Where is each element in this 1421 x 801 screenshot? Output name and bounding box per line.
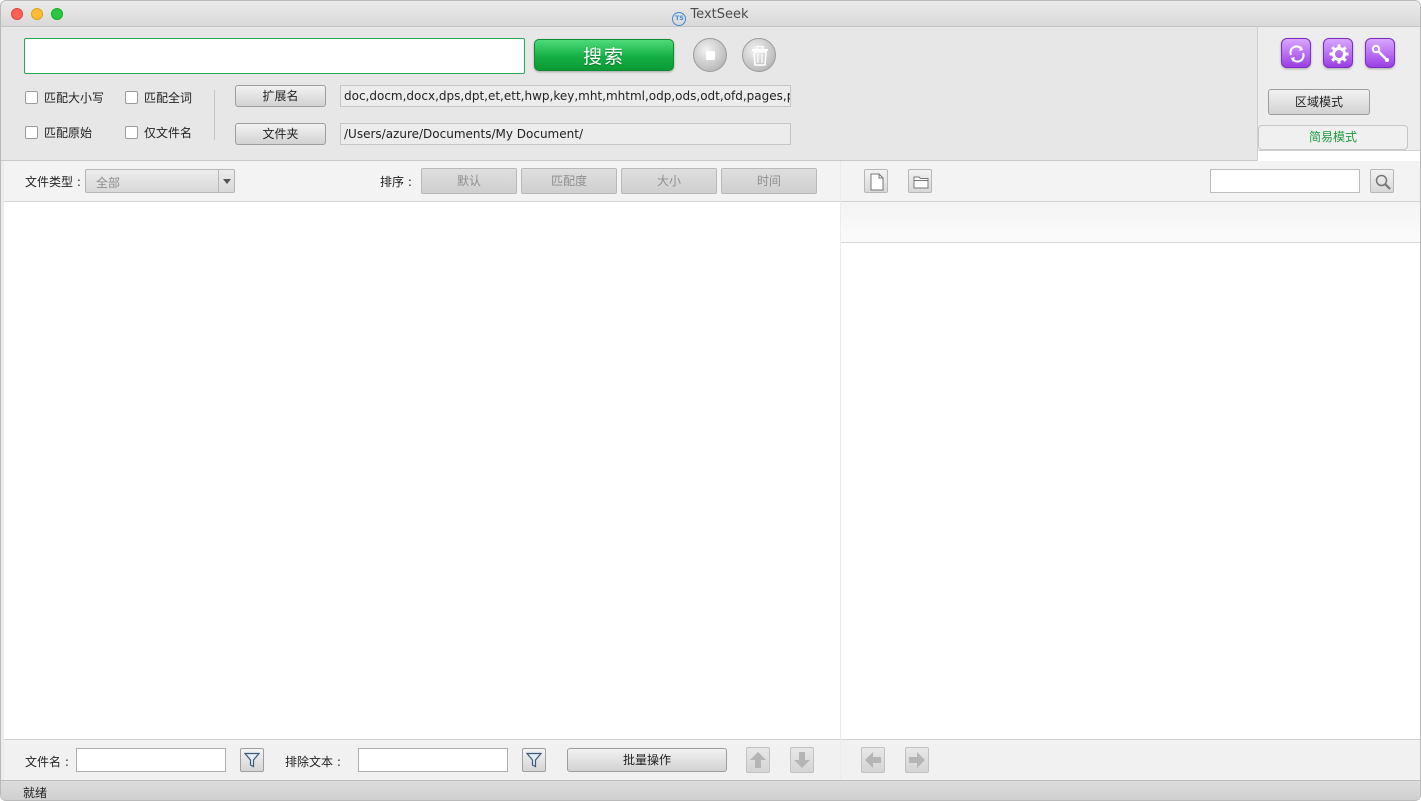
preview-toolbar <box>841 161 1420 202</box>
app-logo-icon: TS <box>672 12 687 26</box>
file-type-label: 文件类型 : <box>25 175 81 189</box>
option-whole-word[interactable]: 匹配全词 <box>125 89 192 106</box>
filename-filter-button[interactable] <box>240 748 264 772</box>
next-match-button[interactable] <box>905 747 929 773</box>
sort-size-button[interactable]: 大小 <box>621 168 717 194</box>
whole-word-label: 匹配全词 <box>144 91 193 105</box>
batch-operation-button[interactable]: 批量操作 <box>567 748 727 772</box>
file-icon <box>870 173 884 191</box>
chevron-down-icon <box>218 170 234 192</box>
results-footer: 文件名 : 排除文本 : 批量操作 <box>4 739 840 780</box>
file-type-select[interactable]: 全部 <box>85 169 235 193</box>
app-window: TS TextSeek 搜索 匹配大小写 匹配全词 匹配原始 仅文件名 扩展名 d… <box>0 0 1421 801</box>
match-original-checkbox[interactable] <box>25 126 38 139</box>
option-filename-only[interactable]: 仅文件名 <box>125 124 192 141</box>
trash-icon <box>752 46 768 66</box>
arrow-right-icon <box>909 752 925 768</box>
gear-icon <box>1329 44 1349 64</box>
preview-search-button[interactable] <box>1370 169 1394 193</box>
option-match-original[interactable]: 匹配原始 <box>25 124 92 141</box>
stop-icon <box>706 51 715 60</box>
preview-footer <box>841 739 1420 780</box>
move-down-button[interactable] <box>790 747 814 773</box>
filename-only-label: 仅文件名 <box>144 126 193 140</box>
window-title-text: TextSeek <box>690 7 749 22</box>
exclude-text-label: 排除文本 : <box>285 755 341 769</box>
sort-time-button[interactable]: 时间 <box>721 168 817 194</box>
mode-panel: 区域模式 简易模式 <box>1257 27 1420 161</box>
search-icon <box>1375 174 1391 190</box>
extension-field[interactable]: doc,docm,docx,dps,dpt,et,ett,hwp,key,mht… <box>340 85 791 107</box>
extension-button[interactable]: 扩展名 <box>235 85 326 107</box>
search-panel: 搜索 匹配大小写 匹配全词 匹配原始 仅文件名 扩展名 doc,docm,doc… <box>1 27 1420 161</box>
option-match-case[interactable]: 匹配大小写 <box>25 89 104 106</box>
arrow-up-icon <box>750 752 766 768</box>
wrench-icon <box>1371 44 1389 62</box>
file-type-value: 全部 <box>96 176 121 190</box>
exclude-filter-button[interactable] <box>522 748 546 772</box>
match-case-label: 匹配大小写 <box>44 91 105 105</box>
results-toolbar: 文件类型 : 全部 排序 : 默认 匹配度 大小 时间 <box>4 161 840 202</box>
sort-relevance-button[interactable]: 匹配度 <box>521 168 617 194</box>
mode-tab-strip <box>1258 150 1420 161</box>
results-list[interactable] <box>4 202 840 739</box>
options-divider <box>214 90 215 140</box>
move-up-button[interactable] <box>746 747 770 773</box>
region-mode-button[interactable]: 区域模式 <box>1268 89 1370 115</box>
simple-mode-tab[interactable]: 简易模式 <box>1258 125 1408 150</box>
whole-word-checkbox[interactable] <box>125 91 138 104</box>
exclude-text-input[interactable] <box>358 748 508 772</box>
results-panel: 文件类型 : 全部 排序 : 默认 匹配度 大小 时间 文件名 : 排除文本 :… <box>4 161 840 780</box>
filename-only-checkbox[interactable] <box>125 126 138 139</box>
status-bar: 就绪 <box>1 780 1420 800</box>
preview-header <box>841 202 1420 243</box>
open-file-button[interactable] <box>864 169 888 193</box>
filter-icon <box>244 752 260 768</box>
match-case-checkbox[interactable] <box>25 91 38 104</box>
window-title: TS TextSeek <box>1 7 1420 26</box>
previous-match-button[interactable] <box>861 747 885 773</box>
arrow-left-icon <box>865 752 881 768</box>
clear-button[interactable] <box>742 38 776 72</box>
status-text: 就绪 <box>23 786 48 800</box>
folder-field[interactable]: /Users/azure/Documents/My Document/ <box>340 123 791 145</box>
sort-label: 排序 : <box>380 175 412 189</box>
open-folder-button[interactable] <box>908 169 932 193</box>
filter-icon <box>526 752 542 768</box>
refresh-button[interactable] <box>1281 38 1311 68</box>
match-original-label: 匹配原始 <box>44 126 93 140</box>
search-button[interactable]: 搜索 <box>534 39 674 71</box>
folder-icon <box>913 176 929 189</box>
preview-content[interactable] <box>841 243 1420 739</box>
stop-button[interactable] <box>693 38 727 72</box>
refresh-icon <box>1289 45 1305 63</box>
sort-default-button[interactable]: 默认 <box>421 168 517 194</box>
preview-panel <box>841 161 1420 780</box>
preview-search-input[interactable] <box>1210 169 1360 193</box>
filename-filter-label: 文件名 : <box>25 755 69 769</box>
title-bar: TS TextSeek <box>1 1 1420 27</box>
filename-filter-input[interactable] <box>76 748 226 772</box>
search-input[interactable] <box>24 38 525 74</box>
settings-button[interactable] <box>1323 38 1353 68</box>
folder-button[interactable]: 文件夹 <box>235 123 326 145</box>
tools-button[interactable] <box>1365 38 1395 68</box>
arrow-down-icon <box>794 752 810 768</box>
